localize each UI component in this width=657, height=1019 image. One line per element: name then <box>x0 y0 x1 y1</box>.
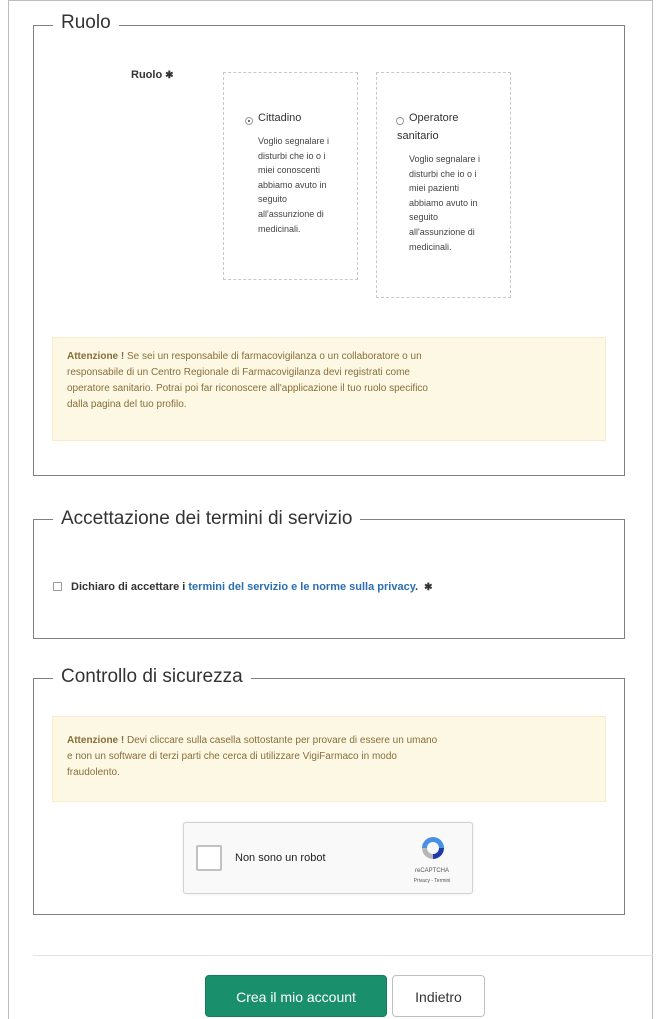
alert-line: operatore sanitario. Potrai poi far rico… <box>67 383 428 394</box>
back-button[interactable]: Indietro <box>392 975 485 1017</box>
radio-operatore[interactable] <box>396 117 404 125</box>
option-title-line1: Operatore <box>409 112 459 124</box>
alert-line: fraudolento. <box>67 767 120 778</box>
terms-privacy-link[interactable]: termini del servizio e le norme sulla pr… <box>188 581 415 593</box>
recaptcha-widget: Non sono un robot reCAPTCHA Privacy - Te… <box>183 822 473 894</box>
recaptcha-links[interactable]: Privacy - Termini <box>400 878 464 884</box>
role-label-text: Ruolo <box>131 69 163 81</box>
desc-line: Voglio segnalare i <box>258 136 330 146</box>
terms-label-suffix: . <box>415 581 419 593</box>
desc-line: abbiamo avuto in <box>258 179 327 190</box>
recaptcha-brand: reCAPTCHA <box>414 868 449 874</box>
required-icon: ✱ <box>165 70 174 81</box>
option-title-line2: sanitario <box>397 130 439 142</box>
alert-line: dalla pagina del tuo profilo. <box>67 399 187 410</box>
option-description: Voglio segnalare i disturbi che io o i m… <box>258 134 329 236</box>
option-description: Voglio segnalare i disturbi che io o i m… <box>409 152 480 254</box>
recaptcha-checkbox[interactable] <box>196 845 222 871</box>
security-warning-alert: Attenzione ! Devi cliccare sulla casella… <box>52 716 606 802</box>
terms-checkbox[interactable] <box>53 582 62 591</box>
actions-divider <box>33 955 653 956</box>
terms-label-prefix: Dichiaro di accettare i <box>71 581 186 593</box>
alert-line: e non un software di terzi parti che cer… <box>67 751 397 762</box>
security-legend: Controllo di sicurezza <box>53 666 251 688</box>
role-legend: Ruolo <box>53 12 119 34</box>
desc-line: miei pazienti <box>409 183 460 194</box>
create-account-button[interactable]: Crea il mio account <box>205 975 387 1017</box>
desc-line: medicinali. <box>258 223 301 234</box>
role-warning-alert: Attenzione ! Se sei un responsabile di f… <box>52 337 606 441</box>
desc-line: Voglio segnalare i <box>409 154 481 164</box>
alert-prefix: Attenzione ! <box>67 351 125 362</box>
recaptcha-label: Non sono un robot <box>235 852 326 864</box>
alert-line: Devi cliccare sulla casella sottostante … <box>127 735 438 746</box>
required-icon: ✱ <box>424 582 433 593</box>
alert-line: responsabile di un Centro Regionale di F… <box>67 367 410 378</box>
terms-label: Dichiaro di accettare i termini del serv… <box>71 581 433 593</box>
desc-line: abbiamo avuto in <box>409 197 478 208</box>
desc-line: disturbi che io o i <box>409 168 477 179</box>
desc-line: disturbi che io o i <box>258 150 326 161</box>
recaptcha-logo-icon <box>422 837 444 859</box>
role-option-operatore[interactable]: Operatore sanitario Voglio segnalare i d… <box>376 72 511 298</box>
desc-line: seguito <box>409 212 439 223</box>
desc-line: all'assunzione di <box>258 208 324 219</box>
alert-line: Se sei un responsabile di farmacovigilan… <box>127 351 422 362</box>
role-option-cittadino[interactable]: Cittadino Voglio segnalare i disturbi ch… <box>223 72 358 280</box>
desc-line: miei conoscenti <box>258 165 321 176</box>
role-field-label: Ruolo ✱ <box>131 69 174 81</box>
desc-line: seguito <box>258 194 288 205</box>
desc-line: all'assunzione di <box>409 226 475 237</box>
radio-cittadino[interactable] <box>245 117 253 125</box>
alert-prefix: Attenzione ! <box>67 735 125 746</box>
terms-legend: Accettazione dei termini di servizio <box>53 508 361 530</box>
option-title: Cittadino <box>258 112 302 124</box>
desc-line: medicinali. <box>409 241 452 252</box>
